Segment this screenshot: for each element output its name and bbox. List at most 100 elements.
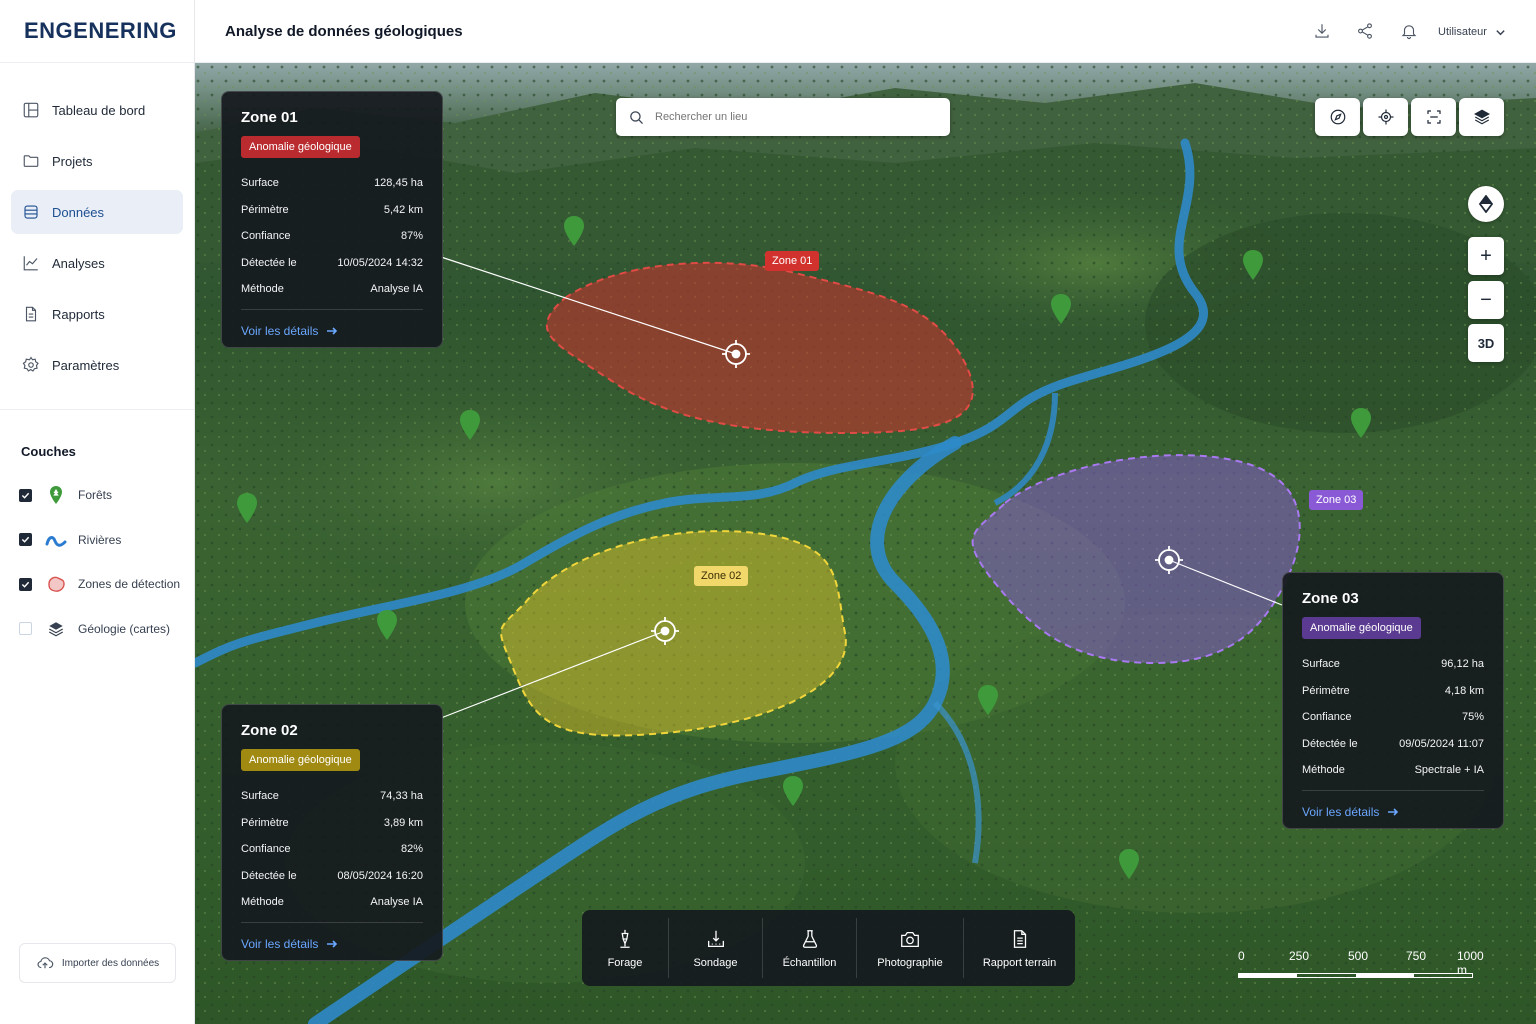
arrow-right-icon <box>327 939 338 948</box>
sidebar-item-settings[interactable]: Paramètres <box>11 343 183 387</box>
compass-button[interactable] <box>1315 98 1360 136</box>
panel-title: Zone 01 <box>241 109 298 126</box>
tool-field-report[interactable]: Rapport terrain <box>964 918 1075 978</box>
scale-label: 500 <box>1348 949 1369 963</box>
forest-pin-icon <box>45 484 67 506</box>
tool-photo[interactable]: Photographie <box>857 918 964 978</box>
layer-geology-maps[interactable]: Géologie (cartes) <box>0 607 194 652</box>
tool-label: Échantillon <box>782 956 837 969</box>
layer-label: Forêts <box>78 488 113 503</box>
import-label: Importer des données <box>61 957 160 969</box>
row-value: 96,12 ha <box>1441 658 1484 671</box>
zoom-in-button[interactable]: + <box>1468 237 1504 275</box>
locate-button[interactable] <box>1363 98 1408 136</box>
row-label: Confiance <box>241 230 291 243</box>
chart-line-icon <box>23 256 38 271</box>
tool-drill[interactable]: Forage <box>582 918 669 978</box>
panel-row-confidence: Confiance 87% <box>241 223 423 250</box>
layers-icon <box>45 618 67 640</box>
details-label: Voir les détails <box>1302 804 1380 819</box>
layer-label: Géologie (cartes) <box>78 621 171 636</box>
bell-icon[interactable] <box>1400 22 1418 40</box>
import-data-button[interactable]: Importer des données <box>19 943 176 983</box>
view-details-link[interactable]: Voir les détails <box>241 935 423 953</box>
zone-03-panel: Zone 03 Anomalie géologique Surface 96,12… <box>1282 572 1504 829</box>
row-value: Analyse IA <box>370 896 423 909</box>
panel-divider <box>241 308 423 310</box>
map-view[interactable]: Zone 01 Zone 02 Zone 03 + − 3D Zone 01 A… <box>195 63 1536 1024</box>
scan-button[interactable] <box>1411 98 1456 136</box>
row-label: Périmètre <box>1302 684 1350 697</box>
scale-label: 0 <box>1238 949 1245 963</box>
scale-labels: 0 250 500 750 1000 m <box>1238 949 1484 977</box>
panel-row-method: Méthode Analyse IA <box>241 276 423 303</box>
row-label: Méthode <box>1302 764 1345 777</box>
north-compass[interactable] <box>1468 186 1504 222</box>
location-search[interactable] <box>616 98 950 136</box>
layers-button[interactable] <box>1459 98 1504 136</box>
panel-row-detected: Détectée le 09/05/2024 11:07 <box>1302 731 1484 758</box>
zoom-out-button[interactable]: − <box>1468 281 1504 319</box>
layer-forests[interactable]: Forêts <box>0 473 194 518</box>
panel-title: Zone 02 <box>241 722 298 739</box>
share-icon[interactable] <box>1356 22 1374 40</box>
sidebar-item-label: Tableau de bord <box>52 102 146 118</box>
zone-01-panel: Zone 01 Anomalie géologique Surface 128,4… <box>221 91 443 348</box>
details-label: Voir les détails <box>241 323 319 338</box>
sidebar-item-reports[interactable]: Rapports <box>11 292 183 336</box>
layer-detection-zones[interactable]: Zones de détection <box>0 562 194 607</box>
zone-01-label[interactable]: Zone 01 <box>765 251 820 271</box>
panel-row-method: Méthode Spectrale + IA <box>1302 757 1484 784</box>
sidebar-item-data[interactable]: Données <box>11 190 183 234</box>
field-tools-bar: Forage Sondage Échantillon Photographie … <box>582 910 1075 986</box>
download-icon[interactable] <box>1313 22 1331 40</box>
row-value: 08/05/2024 16:20 <box>337 869 423 882</box>
panel-row-confidence: Confiance 75% <box>1302 704 1484 731</box>
sidebar-item-projects[interactable]: Projets <box>11 139 183 183</box>
row-label: Surface <box>241 790 279 803</box>
layer-checkbox[interactable] <box>19 533 32 547</box>
view-3d-button[interactable]: 3D <box>1468 324 1504 362</box>
view-details-link[interactable]: Voir les détails <box>1302 803 1484 821</box>
zone-02-label[interactable]: Zone 02 <box>694 566 749 586</box>
anomaly-badge: Anomalie géologique <box>1302 617 1421 639</box>
row-label: Détectée le <box>241 869 297 882</box>
row-label: Détectée le <box>241 256 297 269</box>
sidebar-item-label: Analyses <box>52 255 105 271</box>
row-label: Confiance <box>241 843 291 856</box>
user-menu[interactable]: Utilisateur <box>1438 26 1506 38</box>
scale-bar <box>1238 973 1473 978</box>
row-label: Méthode <box>241 283 284 296</box>
arrow-right-icon <box>327 326 338 335</box>
panel-row-surface: Surface 128,45 ha <box>241 170 423 197</box>
row-label: Surface <box>241 177 279 190</box>
panel-row-detected: Détectée le 08/05/2024 16:20 <box>241 863 423 890</box>
sidebar-item-dashboard[interactable]: Tableau de bord <box>11 88 183 132</box>
layer-checkbox[interactable] <box>19 622 32 636</box>
document-icon <box>25 306 37 322</box>
layer-checkbox[interactable] <box>19 577 32 591</box>
layers-title: Couches <box>21 444 76 459</box>
folder-icon <box>23 155 39 167</box>
zone-03-label[interactable]: Zone 03 <box>1309 490 1364 510</box>
details-label: Voir les détails <box>241 936 319 951</box>
sidebar-item-analyses[interactable]: Analyses <box>11 241 183 285</box>
search-input[interactable] <box>655 111 915 123</box>
row-label: Détectée le <box>1302 737 1358 750</box>
layer-checkbox[interactable] <box>19 488 32 502</box>
tool-label: Sondage <box>693 956 738 969</box>
layer-rivers[interactable]: Rivières <box>0 518 194 563</box>
sidebar-item-label: Projets <box>52 153 93 169</box>
view-details-link[interactable]: Voir les détails <box>241 322 423 340</box>
tool-probe[interactable]: Sondage <box>669 918 763 978</box>
row-value: 5,42 km <box>383 203 423 216</box>
row-value: 4,18 km <box>1444 684 1484 697</box>
row-value: Spectrale + IA <box>1414 764 1484 777</box>
sidebar-item-label: Rapports <box>52 306 105 322</box>
panel-row-surface: Surface 74,33 ha <box>241 783 423 810</box>
gear-icon <box>22 356 39 372</box>
panel-divider <box>1302 789 1484 791</box>
top-header: Analyse de données géologiques Utilisate… <box>195 0 1536 63</box>
locate-icon <box>1378 109 1393 125</box>
tool-sample[interactable]: Échantillon <box>763 918 857 978</box>
